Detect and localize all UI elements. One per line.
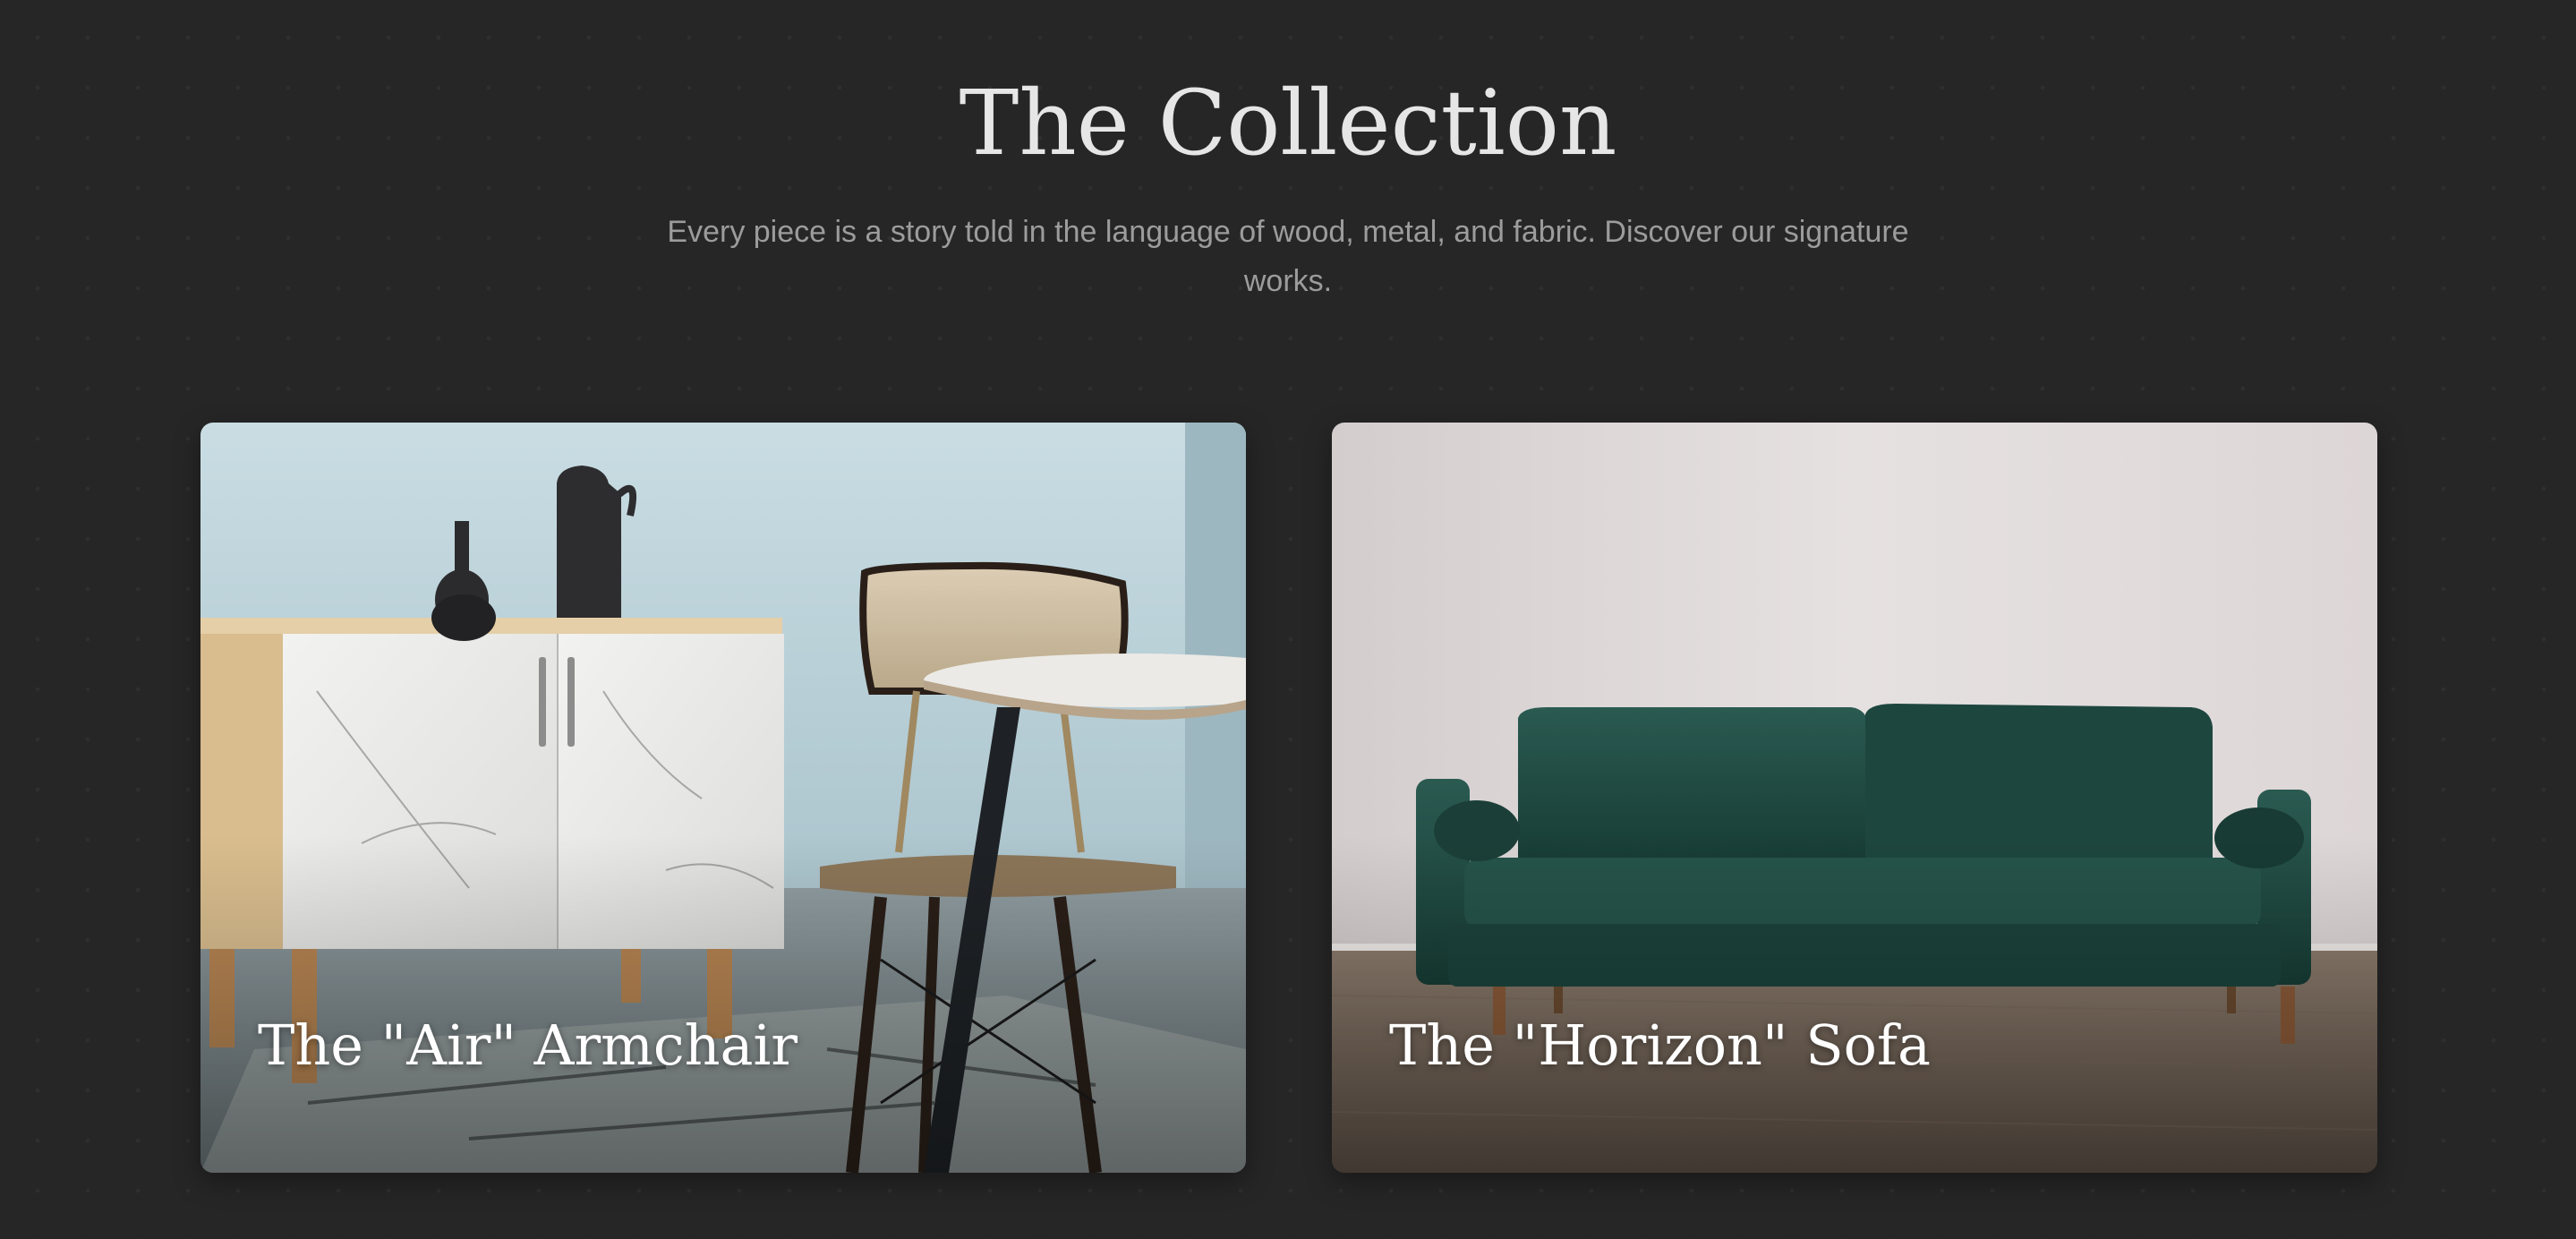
section-title: The Collection: [959, 71, 1617, 175]
product-card-armchair[interactable]: The "Air" Armchair: [200, 423, 1246, 1173]
collection-section: The Collection Every piece is a story to…: [0, 0, 2576, 1239]
card-title: The "Horizon" Sofa: [1389, 1013, 1931, 1078]
product-card-sofa[interactable]: The "Horizon" Sofa: [1332, 423, 2377, 1173]
section-subtitle: Every piece is a story told in the langu…: [667, 215, 1909, 298]
card-title: The "Air" Armchair: [258, 1013, 798, 1078]
